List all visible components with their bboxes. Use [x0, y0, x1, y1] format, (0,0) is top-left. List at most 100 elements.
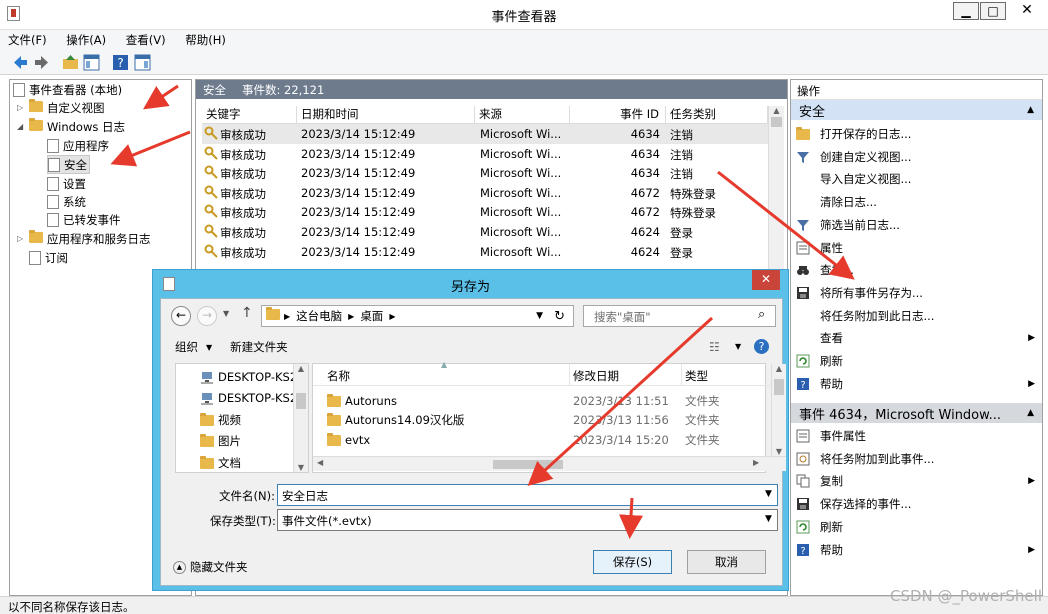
- cancel-button[interactable]: 取消: [687, 550, 766, 574]
- action-item[interactable]: 将所有事件另存为...: [796, 282, 1041, 304]
- save-button[interactable]: 保存(S): [593, 550, 672, 574]
- breadcrumb-this-pc[interactable]: 这台电脑: [296, 308, 342, 324]
- show-action-pane-icon[interactable]: [134, 54, 151, 71]
- tree-root[interactable]: 事件查看器 (本地): [13, 80, 122, 99]
- action-item[interactable]: 保存选择的事件...: [796, 493, 1041, 515]
- tree-setup-log[interactable]: 设置: [47, 174, 86, 193]
- action-item[interactable]: 查看 ▶: [796, 327, 1041, 349]
- action-item[interactable]: 查找...: [796, 259, 1041, 281]
- action-item[interactable]: 将任务附加到此事件...: [796, 448, 1041, 470]
- action-item[interactable]: 清除日志...: [796, 191, 1041, 213]
- file-list-vscroll[interactable]: ▲ ▼: [771, 364, 786, 456]
- expand-arrow-icon[interactable]: ▷: [17, 234, 27, 243]
- tree-subscriptions[interactable]: 订阅: [29, 248, 68, 267]
- up-arrow-icon[interactable]: ↑: [241, 305, 253, 321]
- back-arrow-icon[interactable]: ←: [171, 306, 191, 326]
- tree-custom-views[interactable]: ▷ 自定义视图: [17, 98, 105, 117]
- action-item[interactable]: 刷新: [796, 516, 1041, 538]
- expand-arrow-icon[interactable]: ▷: [17, 103, 27, 112]
- back-arrow-icon[interactable]: [12, 54, 29, 71]
- forward-arrow-icon[interactable]: [33, 54, 50, 71]
- filetype-select[interactable]: 事件文件(*.evtx): [277, 509, 778, 531]
- up-folder-icon[interactable]: [62, 54, 79, 71]
- actions-section-security[interactable]: 安全 ▲: [791, 100, 1042, 120]
- col-datetime[interactable]: 日期和时间: [297, 106, 475, 124]
- action-item[interactable]: 事件属性: [796, 425, 1041, 447]
- action-item[interactable]: 创建自定义视图...: [796, 146, 1041, 168]
- menu-view[interactable]: 查看(V): [118, 30, 174, 48]
- table-row[interactable]: 审核成功 2023/3/14 15:12:49 Microsoft Wi... 467…: [202, 183, 768, 203]
- dialog-close-button[interactable]: ✕: [752, 270, 780, 290]
- action-item[interactable]: 导入自定义视图...: [796, 168, 1041, 190]
- action-item[interactable]: 刷新: [796, 350, 1041, 372]
- nav-item[interactable]: 文档: [200, 453, 241, 472]
- close-button[interactable]: ✕: [1007, 2, 1047, 20]
- nav-item[interactable]: 视频: [200, 410, 241, 429]
- help-icon[interactable]: ?: [112, 54, 129, 71]
- refresh-icon[interactable]: ↻: [554, 309, 565, 324]
- actions-section-event[interactable]: 事件 4634，Microsoft Window... ▲: [791, 403, 1042, 423]
- col-task-category[interactable]: 任务类别: [666, 106, 768, 124]
- menu-help[interactable]: 帮助(H): [177, 30, 234, 48]
- table-row[interactable]: 审核成功 2023/3/14 15:12:49 Microsoft Wi... 462…: [202, 242, 768, 262]
- collapse-arrow-icon[interactable]: ◢: [17, 122, 27, 131]
- tree-apps-services-logs[interactable]: ▷ 应用程序和服务日志: [17, 229, 151, 248]
- action-item[interactable]: 复制 ▶: [796, 470, 1041, 492]
- recent-locations-chevron-icon[interactable]: ▼: [223, 309, 229, 318]
- col-name[interactable]: 名称: [327, 368, 350, 384]
- search-input[interactable]: 搜索"桌面": [583, 305, 776, 327]
- table-row[interactable]: 审核成功 2023/3/14 15:12:49 Microsoft Wi... 467…: [202, 202, 768, 222]
- tree-security-log[interactable]: 安全: [47, 155, 90, 174]
- breadcrumb-chevron-icon[interactable]: ▶: [389, 312, 395, 321]
- action-item[interactable]: 属性: [796, 237, 1041, 259]
- view-dropdown-icon[interactable]: ▼: [735, 342, 741, 351]
- show-hide-tree-icon[interactable]: [83, 54, 100, 71]
- new-folder-button[interactable]: 新建文件夹: [230, 339, 288, 355]
- col-keyword[interactable]: 关键字: [202, 106, 297, 124]
- tree-windows-logs[interactable]: ◢ Windows 日志: [17, 117, 125, 136]
- filename-dropdown-icon[interactable]: ▼: [765, 489, 772, 499]
- action-item[interactable]: 筛选当前日志...: [796, 214, 1041, 236]
- minimize-button[interactable]: ▁: [953, 2, 979, 20]
- table-row[interactable]: 审核成功 2023/3/14 15:12:49 Microsoft Wi... 463…: [202, 144, 768, 164]
- table-row[interactable]: 审核成功 2023/3/14 15:12:49 Microsoft Wi... 463…: [202, 163, 768, 183]
- tree-application-log[interactable]: 应用程序: [47, 136, 109, 155]
- hide-folders-toggle[interactable]: ▲ 隐藏文件夹: [173, 559, 248, 575]
- col-modified-date[interactable]: 修改日期: [573, 368, 619, 384]
- file-row[interactable]: evtx 2023/3/14 15:20 文件夹: [327, 430, 747, 449]
- tree-forwarded-events[interactable]: 已转发事件: [47, 210, 121, 229]
- file-row[interactable]: Autoruns 2023/3/13 11:51 文件夹: [327, 391, 747, 410]
- organize-dropdown-icon[interactable]: ▼: [206, 343, 212, 352]
- address-dropdown-icon[interactable]: ▼: [536, 311, 543, 321]
- breadcrumb-desktop[interactable]: 桌面: [360, 308, 383, 324]
- nav-scrollbar[interactable]: ▲ ▼: [293, 364, 308, 472]
- address-bar[interactable]: ▶ 这台电脑 ▶ 桌面 ▶ ▼ ↻: [261, 305, 574, 327]
- tree-system-log[interactable]: 系统: [47, 192, 86, 211]
- file-row[interactable]: Autoruns14.09汉化版 2023/3/13 11:56 文件夹: [327, 411, 747, 430]
- col-type[interactable]: 类型: [685, 368, 708, 384]
- menu-action[interactable]: 操作(A): [58, 30, 114, 48]
- action-item[interactable]: ? 帮助 ▶: [796, 539, 1041, 561]
- collapse-up-icon[interactable]: ▲: [1027, 408, 1034, 418]
- collapse-up-icon[interactable]: ▲: [1027, 105, 1034, 115]
- table-row[interactable]: 审核成功 2023/3/14 15:12:49 Microsoft Wi... 462…: [202, 222, 768, 242]
- event-list-scrollbar[interactable]: ▲: [768, 106, 784, 271]
- file-list-hscroll[interactable]: ◀ ▶: [313, 456, 786, 471]
- maximize-button[interactable]: □: [980, 2, 1006, 20]
- menu-file[interactable]: 文件(F): [0, 30, 55, 48]
- action-item[interactable]: 打开保存的日志...: [796, 123, 1041, 145]
- help-icon[interactable]: ?: [754, 339, 769, 354]
- organize-button[interactable]: 组织: [175, 339, 198, 355]
- nav-item[interactable]: DESKTOP-KS25: [200, 389, 304, 408]
- nav-item[interactable]: 图片: [200, 432, 241, 451]
- action-item[interactable]: 将任务附加到此日志...: [796, 305, 1041, 327]
- view-options-icon[interactable]: ☷: [709, 340, 720, 354]
- breadcrumb-chevron-icon[interactable]: ▶: [348, 312, 354, 321]
- breadcrumb-chevron-icon[interactable]: ▶: [284, 312, 290, 321]
- nav-item[interactable]: DESKTOP-KS25: [200, 367, 304, 386]
- action-item[interactable]: ? 帮助 ▶: [796, 373, 1041, 395]
- filetype-dropdown-icon[interactable]: ▼: [765, 514, 772, 524]
- col-event-id[interactable]: 事件 ID: [570, 106, 666, 124]
- filename-input[interactable]: 安全日志: [277, 484, 778, 506]
- table-row[interactable]: 审核成功 2023/3/14 15:12:49 Microsoft Wi... 463…: [202, 124, 768, 144]
